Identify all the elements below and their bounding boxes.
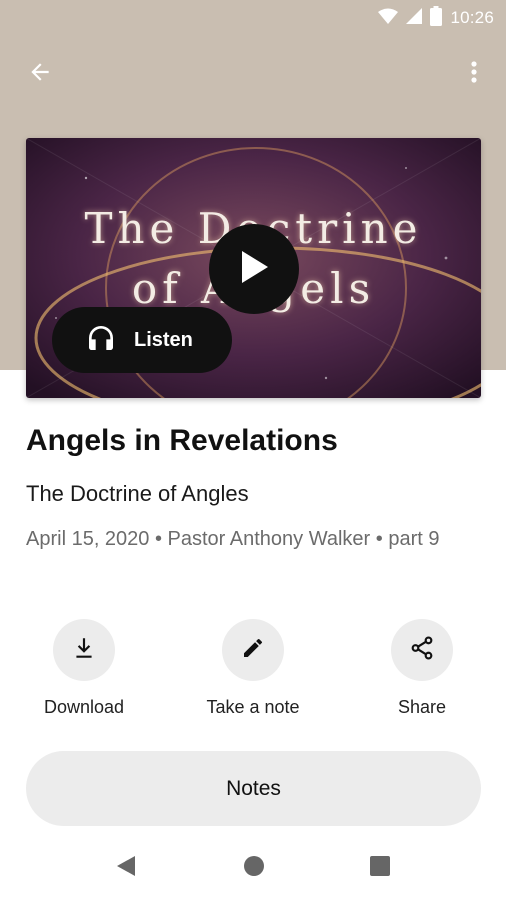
system-home-button[interactable] [240, 854, 268, 882]
play-button[interactable] [209, 224, 299, 314]
listen-label: Listen [134, 328, 193, 351]
more-vertical-icon [471, 60, 477, 89]
system-back-button[interactable] [112, 854, 140, 882]
take-note-label: Take a note [206, 697, 300, 717]
series-name: The Doctrine of Angles [26, 481, 249, 506]
system-recents-button[interactable] [366, 854, 394, 882]
sermon-title: Angels in Revelations [26, 424, 338, 457]
download-circle [53, 619, 115, 681]
take-note-circle [222, 619, 284, 681]
headphones-icon [84, 322, 118, 359]
app-bar [0, 48, 506, 100]
back-button[interactable] [20, 54, 60, 94]
take-note-button[interactable]: Take a note [183, 619, 323, 718]
arrow-left-icon [27, 59, 53, 90]
system-nav-bar [0, 836, 506, 900]
listen-button[interactable]: Listen [52, 307, 232, 373]
download-label: Download [43, 697, 125, 717]
share-label: Share [397, 697, 447, 717]
action-row: Download Take a note Share [0, 619, 506, 729]
status-time: 10:26 [450, 8, 494, 27]
status-icons: 10:26 [378, 5, 494, 31]
wifi-icon [378, 8, 399, 29]
share-circle [391, 619, 453, 681]
cellular-signal-icon [406, 7, 423, 29]
circle-home-icon [242, 854, 266, 883]
status-bar: 10:26 [0, 0, 506, 36]
battery-icon [430, 5, 443, 31]
more-options-button[interactable] [456, 54, 492, 94]
share-button[interactable]: Share [352, 619, 492, 718]
triangle-back-icon [115, 854, 137, 883]
download-button[interactable]: Download [14, 619, 154, 718]
notes-button[interactable]: Notes [26, 751, 481, 826]
sermon-meta: April 15, 2020 • Pastor Anthony Walker •… [26, 528, 440, 550]
square-recents-icon [369, 855, 391, 882]
share-icon [409, 635, 435, 666]
pencil-icon [241, 636, 265, 665]
download-icon [71, 635, 97, 666]
play-icon [238, 249, 270, 290]
